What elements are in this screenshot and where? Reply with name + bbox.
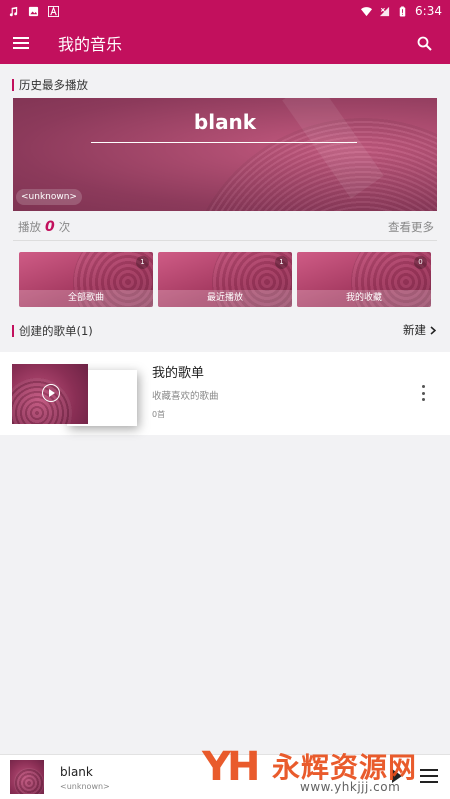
banner-divider (91, 142, 357, 143)
card-label: 全部歌曲 (19, 290, 153, 307)
image-icon (28, 6, 39, 16)
count-badge: 1 (275, 256, 288, 269)
playlist-song-count: 0首 (152, 410, 166, 419)
wifi-icon (361, 6, 373, 16)
now-playing-artist: <unknown> (60, 782, 110, 791)
all-songs-card[interactable]: 1 全部歌曲 (19, 252, 153, 307)
count-badge: 1 (136, 256, 149, 269)
play-count-prefix: 播放 (18, 220, 41, 234)
top-played-song-title: blank (193, 110, 257, 134)
watermark: YH 永辉资源网 www.yhkjjj.com (200, 744, 440, 796)
section-divider (13, 240, 437, 241)
card-label: 最近播放 (158, 290, 292, 307)
signal-x-icon (379, 6, 390, 16)
list-item[interactable]: 我的歌单 收藏喜欢的歌曲 0首 (0, 352, 450, 435)
watermark-logo: YH (202, 744, 260, 790)
favorites-card[interactable]: 0 我的收藏 (297, 252, 431, 307)
status-bar: 6:34 (0, 0, 450, 22)
chevron-right-icon (430, 325, 436, 335)
card-label: 我的收藏 (297, 290, 431, 307)
count-badge: 0 (414, 256, 427, 269)
status-left-icons (8, 5, 59, 17)
playlists-section-header: 创建的歌单(1) (12, 323, 93, 339)
more-options-icon[interactable] (418, 385, 428, 401)
playlist-description: 收藏喜欢的歌曲 (152, 391, 219, 402)
history-header-label: 历史最多播放 (19, 78, 88, 92)
now-playing-title: blank (60, 765, 93, 779)
status-right-icons: 6:34 (361, 4, 442, 18)
playlist-name: 我的歌单 (152, 366, 205, 381)
music-note-icon (9, 6, 18, 16)
status-time: 6:34 (415, 4, 442, 18)
watermark-url: www.yhkjjj.com (300, 780, 401, 794)
play-circle-icon (42, 384, 60, 402)
now-playing-album-art (10, 760, 44, 794)
search-icon (417, 36, 432, 51)
new-playlist-button[interactable]: 新建 (403, 322, 436, 338)
playlists-header-label: 创建的歌单(1) (19, 324, 93, 338)
new-playlist-label: 新建 (403, 323, 426, 337)
search-button[interactable] (404, 22, 444, 64)
view-more-link[interactable]: 查看更多 (388, 219, 434, 235)
play-count-value: 0 (45, 219, 55, 235)
hamburger-menu-icon (13, 37, 29, 49)
play-count-suffix: 次 (58, 220, 71, 234)
vinyl-record-image (12, 378, 72, 424)
section-accent-bar (12, 79, 14, 91)
battery-icon (399, 5, 406, 17)
menu-button[interactable] (0, 22, 42, 64)
history-section-header: 历史最多播放 (12, 77, 88, 93)
playlist-cover-image (12, 364, 88, 424)
top-played-banner[interactable]: blank <unknown> (13, 98, 437, 211)
play-count-row: 播放 0 次 查看更多 (18, 216, 434, 238)
recent-plays-card[interactable]: 1 最近播放 (158, 252, 292, 307)
top-played-artist: <unknown> (16, 189, 82, 205)
section-accent-bar (12, 325, 14, 337)
app-a-icon (48, 5, 59, 17)
page-title: 我的音乐 (58, 35, 123, 54)
app-bar: 我的音乐 (0, 22, 450, 64)
playlist-thumbnail (12, 364, 137, 426)
